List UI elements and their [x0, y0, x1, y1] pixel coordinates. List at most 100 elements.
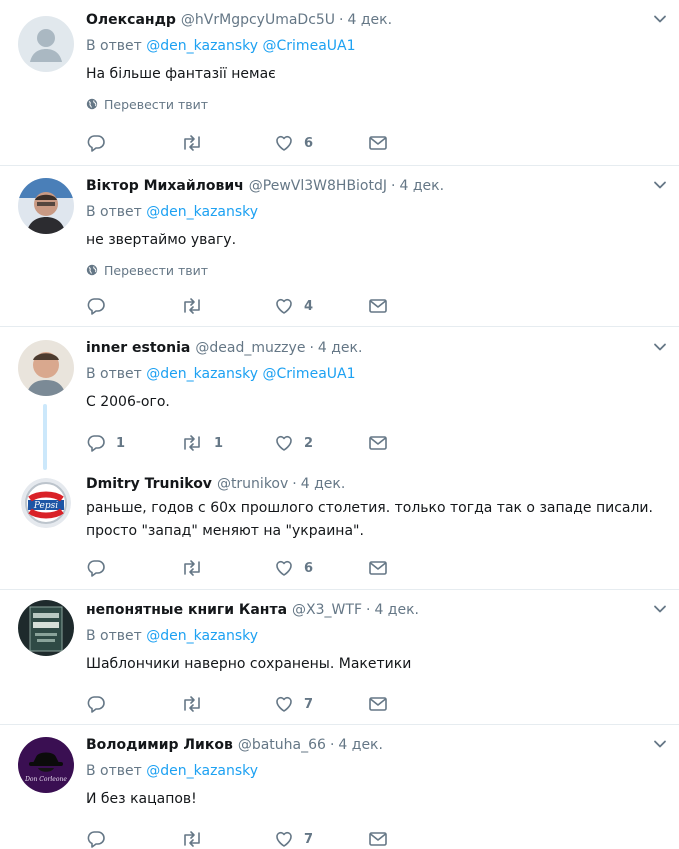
avatar[interactable] [18, 178, 74, 234]
timestamp[interactable]: 4 дек. [301, 476, 346, 492]
author-handle[interactable]: @hVrMgpcyUmaDc5U [181, 12, 335, 28]
reply-button[interactable] [86, 558, 180, 578]
avatar[interactable]: Don Corleone [18, 737, 74, 793]
mention-link[interactable]: @den_kazansky [146, 763, 258, 779]
reply-button[interactable] [86, 296, 180, 316]
retweet-button[interactable] [180, 558, 274, 578]
mention-link[interactable]: @CrimeaUA1 [263, 366, 356, 382]
dm-icon [368, 829, 388, 849]
avatar[interactable] [18, 340, 74, 396]
like-count: 7 [304, 831, 314, 847]
tweet-text: не звертаймо увагу. [86, 232, 237, 248]
author-name[interactable]: Олександр [86, 12, 176, 28]
author-handle[interactable]: @X3_WTF [292, 602, 362, 618]
retweet-button[interactable] [180, 829, 274, 849]
translate-label[interactable]: Перевести твит [104, 97, 208, 112]
thread-connector [43, 404, 47, 470]
timestamp[interactable]: 4 дек. [318, 340, 363, 356]
author-handle[interactable]: @dead_muzzye [195, 340, 305, 356]
caret-down-icon[interactable] [653, 737, 667, 751]
like-button[interactable]: 6 [274, 558, 368, 578]
tweet-text: С 2006-ого. [86, 394, 170, 410]
tweet-text: На більше фантазії немає [86, 66, 276, 82]
retweet-button[interactable] [180, 296, 274, 316]
author-handle[interactable]: @PewVl3W8HBiotdJ [249, 178, 387, 194]
reply-context: В ответ @den_kazansky [86, 628, 667, 648]
mention-link[interactable]: @den_kazansky [146, 204, 258, 220]
retweet-button[interactable] [180, 694, 274, 714]
dm-button[interactable] [368, 296, 462, 316]
retweet-button[interactable]: 1 [180, 433, 274, 453]
author-name[interactable]: Володимир Ликов [86, 737, 233, 753]
mention-link[interactable]: @den_kazansky [146, 366, 258, 382]
dm-button[interactable] [368, 133, 462, 153]
translate-link[interactable]: Перевести твит [86, 262, 667, 278]
separator-dot: · [391, 178, 396, 194]
tweet[interactable]: Pepsi Dmitry Trunikov @trunikov · 4 дек.… [0, 462, 679, 590]
like-count: 7 [304, 696, 314, 712]
tweet[interactable]: Олександр @hVrMgpcyUmaDc5U · 4 дек. В от… [0, 0, 679, 166]
like-button[interactable]: 7 [274, 829, 368, 849]
caret-down-icon[interactable] [653, 340, 667, 354]
like-icon [274, 694, 294, 714]
retweet-button[interactable] [180, 133, 274, 153]
timestamp[interactable]: 4 дек. [399, 178, 444, 194]
avatar[interactable] [18, 16, 74, 72]
tweet[interactable]: inner estonia @dead_muzzye · 4 дек. В от… [0, 327, 679, 462]
author-name[interactable]: Dmitry Trunikov [86, 476, 212, 492]
reply-count: 1 [116, 435, 126, 451]
tweet[interactable]: Don Corleone Володимир Ликов @batuha_66 … [0, 725, 679, 843]
reply-button[interactable] [86, 694, 180, 714]
dm-icon [368, 296, 388, 316]
retweet-count: 1 [214, 435, 224, 451]
tweet-text-line: раньше, годов с 60х прошлого столетия. т… [86, 500, 653, 516]
like-button[interactable]: 6 [274, 133, 368, 153]
author-handle[interactable]: @trunikov [217, 476, 288, 492]
like-count: 4 [304, 298, 314, 314]
author-name[interactable]: Віктор Михайлович [86, 178, 244, 194]
separator-dot: · [329, 737, 335, 753]
caret-down-icon[interactable] [653, 602, 667, 616]
translate-label[interactable]: Перевести твит [104, 263, 208, 278]
svg-text:Pepsi: Pepsi [33, 501, 58, 511]
caret-down-icon[interactable] [653, 178, 667, 192]
dm-button[interactable] [368, 433, 462, 453]
reply-button[interactable] [86, 829, 180, 849]
reply-button[interactable] [86, 133, 180, 153]
mention-link[interactable]: @CrimeaUA1 [263, 38, 356, 54]
separator-dot: · [339, 12, 344, 28]
dm-button[interactable] [368, 558, 462, 578]
dm-icon [368, 694, 388, 714]
reply-icon [86, 829, 106, 849]
mention-link[interactable]: @den_kazansky [146, 38, 258, 54]
dm-button[interactable] [368, 829, 462, 849]
reply-context: В ответ @den_kazansky [86, 204, 667, 224]
like-button[interactable]: 4 [274, 296, 368, 316]
reply-icon [86, 133, 106, 153]
timestamp[interactable]: 4 дек. [374, 602, 419, 618]
like-button[interactable]: 2 [274, 433, 368, 453]
like-button[interactable]: 7 [274, 694, 368, 714]
tweet-text: раньше, годов с 60х прошлого столетия. т… [86, 498, 667, 541]
avatar[interactable]: Pepsi [21, 478, 71, 528]
dm-icon [368, 133, 388, 153]
retweet-icon [180, 829, 204, 849]
mention-link[interactable]: @den_kazansky [146, 628, 258, 644]
author-name[interactable]: inner estonia [86, 340, 190, 356]
author-handle[interactable]: @batuha_66 [238, 737, 326, 753]
like-icon [274, 558, 294, 578]
reply-button[interactable]: 1 [86, 433, 180, 453]
dm-button[interactable] [368, 694, 462, 714]
globe-icon [86, 98, 98, 110]
tweet[interactable]: Віктор Михайлович @PewVl3W8HBiotdJ · 4 д… [0, 166, 679, 327]
retweet-icon [180, 133, 204, 153]
avatar[interactable] [18, 600, 74, 656]
timestamp[interactable]: 4 дек. [338, 737, 383, 753]
tweet[interactable]: непонятные книги Канта @X3_WTF · 4 дек. … [0, 590, 679, 725]
separator-dot: · [366, 602, 371, 618]
like-count: 6 [304, 135, 314, 151]
timestamp[interactable]: 4 дек. [348, 12, 393, 28]
author-name[interactable]: непонятные книги Канта [86, 602, 287, 618]
translate-link[interactable]: Перевести твит [86, 96, 667, 112]
caret-down-icon[interactable] [653, 12, 667, 26]
